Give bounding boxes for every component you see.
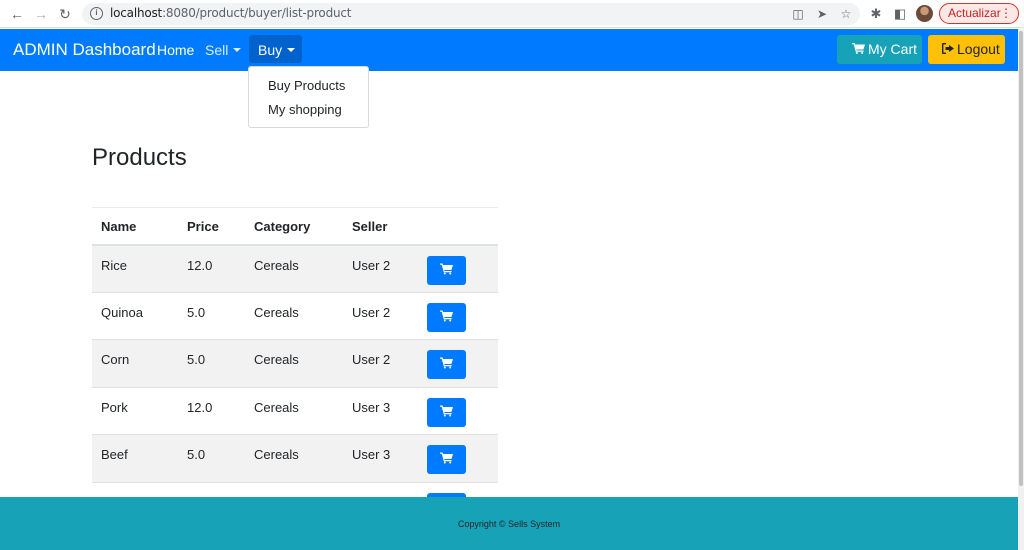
- dropdown-item-my-shopping[interactable]: My shopping: [268, 102, 342, 117]
- shopping-cart-icon: [440, 263, 453, 278]
- add-to-cart-button[interactable]: [427, 445, 466, 474]
- caret-down-icon: [233, 48, 242, 52]
- caret-down-icon: [287, 48, 296, 52]
- cell-seller: User 2: [343, 339, 418, 387]
- reload-icon[interactable]: ↻: [56, 5, 74, 23]
- add-to-cart-button[interactable]: [427, 302, 466, 332]
- table-row: Pork 12.0 Cereals User 3: [92, 386, 498, 435]
- side-panel-icon[interactable]: ◧: [891, 5, 909, 23]
- forward-arrow-icon[interactable]: →: [32, 5, 50, 23]
- cell-seller: User 2: [343, 244, 418, 292]
- scrollbar-thumb[interactable]: [1019, 31, 1023, 486]
- table-row: Rice 12.0 Cereals User 2: [92, 244, 498, 292]
- send-icon[interactable]: ➤: [814, 6, 830, 22]
- cell-price: 5.0: [178, 291, 245, 340]
- table-row: Corn 5.0 Cereals User 2: [92, 339, 498, 387]
- column-header-name: Name: [92, 207, 178, 246]
- profile-avatar[interactable]: [916, 5, 933, 22]
- cell-name: Rice: [92, 244, 178, 292]
- cell-actions: [418, 291, 498, 340]
- info-icon[interactable]: i: [90, 7, 103, 20]
- cell-actions: [418, 244, 498, 292]
- cell-name: Corn: [92, 339, 178, 387]
- cell-actions: [418, 386, 498, 435]
- dropdown-item-buy-products[interactable]: Buy Products: [268, 78, 345, 93]
- products-table: Name Price Category Seller Rice 12.0 Cerea…: [92, 207, 498, 530]
- cell-price: 12.0: [178, 386, 245, 435]
- shopping-cart-icon: [440, 357, 453, 372]
- cell-price: 12.0: [178, 244, 245, 292]
- column-header-actions: [418, 207, 498, 246]
- add-to-cart-button[interactable]: [427, 255, 466, 285]
- nav-sell-dropdown[interactable]: Sell: [205, 42, 242, 58]
- url-text[interactable]: localhost:8080/product/buyer/list-produc…: [110, 6, 351, 20]
- cell-name: Pork: [92, 386, 178, 435]
- cell-seller: User 2: [343, 291, 418, 340]
- back-arrow-icon[interactable]: ←: [8, 5, 26, 23]
- cell-price: 5.0: [178, 339, 245, 387]
- table-row: Quinoa 5.0 Cereals User 2: [92, 291, 498, 340]
- buy-dropdown-menu: Buy Products My shopping: [248, 66, 369, 128]
- cell-name: Beef: [92, 434, 178, 482]
- table-row: Beef 5.0 Cereals User 3: [92, 434, 498, 482]
- shopping-cart-icon: [440, 310, 453, 325]
- shopping-cart-icon: [440, 405, 453, 420]
- column-header-seller: Seller: [343, 207, 418, 246]
- cell-category: Cereals: [245, 386, 343, 435]
- cell-actions: [418, 434, 498, 482]
- cell-category: Cereals: [245, 291, 343, 340]
- update-button[interactable]: Actualizar ⋮: [939, 3, 1019, 24]
- navbar: ADMIN Dashboard Home Sell Buy My Cart Lo…: [0, 29, 1018, 71]
- cell-seller: User 3: [343, 386, 418, 435]
- add-to-cart-button[interactable]: [427, 397, 466, 427]
- cell-category: Cereals: [245, 339, 343, 387]
- nav-buy-dropdown[interactable]: Buy: [249, 35, 302, 63]
- column-header-price: Price: [178, 207, 245, 246]
- star-icon[interactable]: ☆: [838, 6, 854, 22]
- address-bar[interactable]: i localhost:8080/product/buyer/list-prod…: [82, 3, 860, 25]
- sign-out-icon: [942, 36, 954, 65]
- shopping-cart-icon: [440, 452, 453, 467]
- shopping-cart-icon: [852, 36, 865, 65]
- cell-actions: [418, 339, 498, 387]
- cell-category: Cereals: [245, 434, 343, 482]
- extensions-icon[interactable]: ✱: [867, 5, 885, 23]
- navbar-brand[interactable]: ADMIN Dashboard: [13, 40, 156, 60]
- footer: Copyright © Sells System: [0, 497, 1018, 550]
- column-header-category: Category: [245, 207, 343, 246]
- more-vert-icon: ⋮: [1000, 6, 1012, 20]
- page-scrollbar[interactable]: [1018, 29, 1024, 550]
- translate-icon[interactable]: ◫: [790, 6, 806, 22]
- browser-toolbar: ← → ↻ i localhost:8080/product/buyer/lis…: [0, 0, 1024, 28]
- page-title: Products: [92, 144, 187, 171]
- cell-seller: User 3: [343, 434, 418, 482]
- cell-name: Quinoa: [92, 291, 178, 340]
- nav-home-link[interactable]: Home: [157, 42, 194, 58]
- add-to-cart-button[interactable]: [427, 350, 466, 379]
- logout-button[interactable]: Logout: [928, 35, 1005, 64]
- table-header-row: Name Price Category Seller: [92, 207, 498, 246]
- cell-price: 5.0: [178, 434, 245, 482]
- cell-category: Cereals: [245, 244, 343, 292]
- footer-copyright: Copyright © Sells System: [457, 519, 561, 529]
- my-cart-button[interactable]: My Cart: [837, 35, 922, 64]
